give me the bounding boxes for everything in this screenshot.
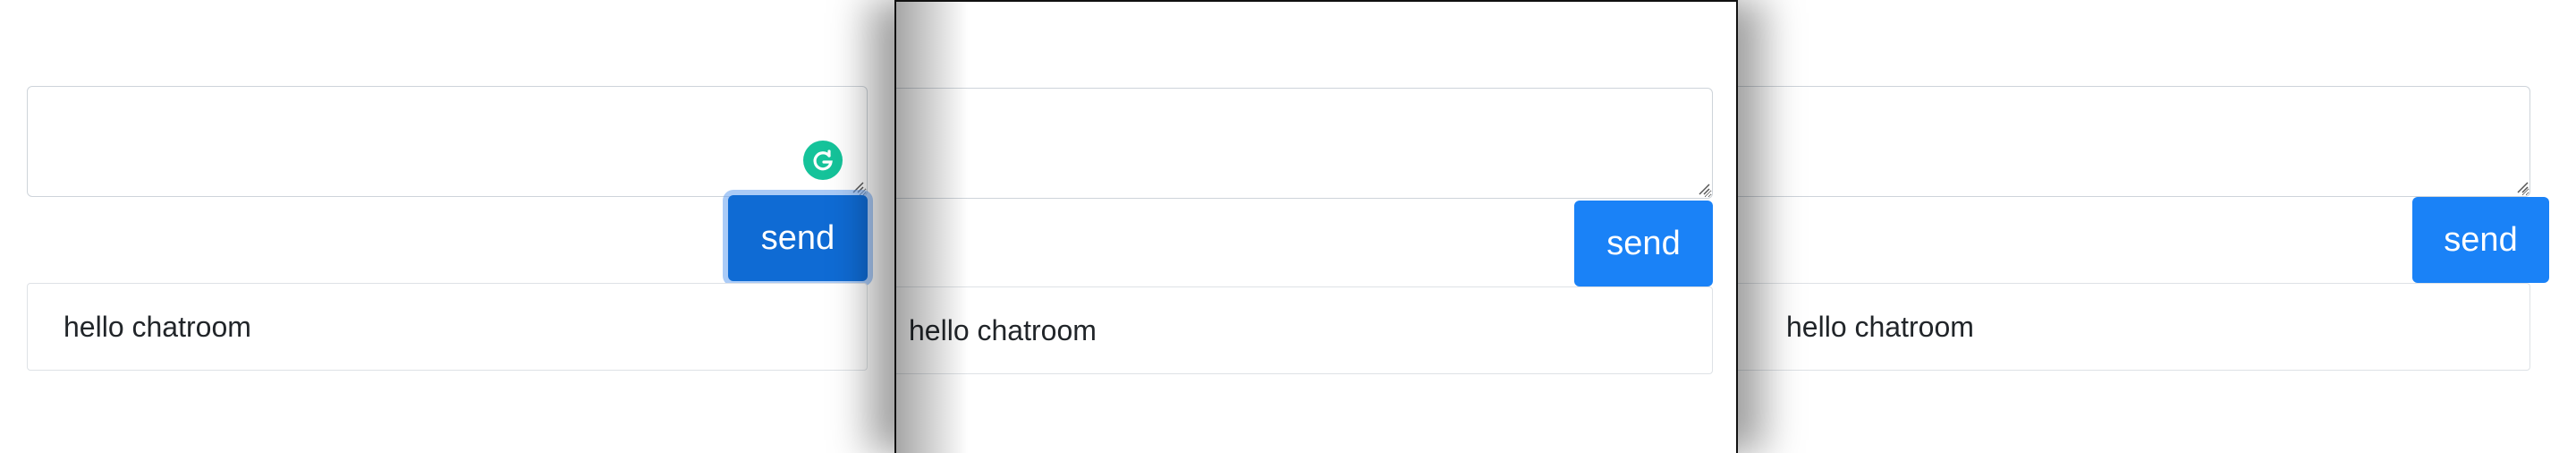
message-item: hello chatroom xyxy=(896,286,1713,374)
panel-shadow xyxy=(896,2,968,453)
send-button[interactable]: send xyxy=(728,195,868,281)
chat-panel-1: send hello chatroom xyxy=(0,0,894,453)
message-item: hello chatroom xyxy=(27,283,868,371)
grammarly-g-icon[interactable] xyxy=(803,141,843,180)
send-button[interactable]: send xyxy=(1574,201,1713,286)
message-text: hello chatroom xyxy=(1786,310,1974,343)
message-input[interactable] xyxy=(27,86,868,197)
message-text: hello chatroom xyxy=(909,313,1097,346)
chat-panel-3: send hello chatroom xyxy=(1738,0,2576,453)
message-input[interactable] xyxy=(896,88,1713,199)
message-text: hello chatroom xyxy=(64,310,251,343)
stage: send hello chatroom send hello chatroom xyxy=(0,0,2576,453)
send-button[interactable]: send xyxy=(2412,197,2549,283)
message-item: hello chatroom xyxy=(1738,283,2530,371)
chat-panel-2: send hello chatroom xyxy=(894,0,1738,453)
message-input[interactable] xyxy=(1738,86,2530,197)
